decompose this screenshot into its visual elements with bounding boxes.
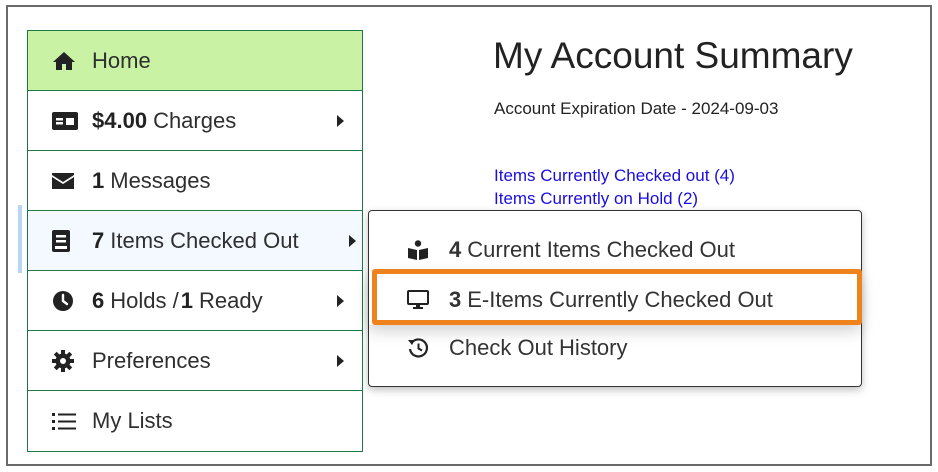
sidebar-item-label: My Lists [92,408,173,433]
checked-out-count: 7 [92,227,105,253]
menu-item-label: Current Items Checked Out [467,237,736,262]
caret-right-icon [349,234,356,247]
sidebar-item-preferences[interactable]: Preferences [28,331,362,391]
sidebar-item-label: Messages [110,167,211,193]
history-icon [407,337,431,359]
home-icon [52,51,82,71]
desktop-icon [407,290,431,310]
caret-right-icon [337,294,344,307]
sidebar-item-label: Charges [153,107,237,133]
envelope-icon [52,172,82,189]
caret-right-icon [337,354,344,367]
menu-item-e-items[interactable]: 3 E-Items Currently Checked Out [369,278,861,322]
sidebar-item-holds[interactable]: 6 Holds / 1 Ready [28,271,362,331]
messages-count: 1 [92,167,105,193]
sidebar-item-label: Preferences [92,347,211,373]
checked-out-submenu: 4 Current Items Checked Out 3 E-Items Cu… [368,210,862,387]
checked-out-link[interactable]: Items Currently Checked out (4) [494,166,735,186]
money-bill-icon [52,111,82,130]
menu-item-label: Check Out History [449,335,628,360]
ready-count: 1 [180,287,193,313]
focus-indicator [18,205,22,273]
sidebar-item-home[interactable]: Home [28,31,362,91]
sidebar-item-label: Holds / [110,287,179,313]
e-items-count: 3 [449,287,462,312]
account-expiration: Account Expiration Date - 2024-09-03 [494,99,779,118]
list-icon [52,411,82,431]
account-sidebar: Home $4.00 Charges 1 Messages 7 Items Ch… [27,30,363,452]
current-items-count: 4 [449,237,462,262]
menu-item-history[interactable]: Check Out History [369,326,861,370]
page-title: My Account Summary [493,35,853,76]
reader-icon [407,240,431,260]
sidebar-item-label: Items Checked Out [110,227,299,253]
book-icon [52,229,82,252]
sidebar-item-checked-out[interactable]: 7 Items Checked Out [28,211,362,271]
holds-link[interactable]: Items Currently on Hold (2) [494,189,698,210]
charges-amount: $4.00 [92,107,148,133]
sidebar-item-my-lists[interactable]: My Lists [28,391,362,451]
sidebar-item-charges[interactable]: $4.00 Charges [28,91,362,151]
sidebar-item-label-ready: Ready [198,287,263,313]
sidebar-item-label: Home [92,47,151,73]
caret-right-icon [337,114,344,127]
menu-item-current-items[interactable]: 4 Current Items Checked Out [369,228,861,272]
holds-count: 6 [92,287,105,313]
clock-icon [52,290,82,312]
menu-item-label: E-Items Currently Checked Out [467,287,773,312]
gear-icon [52,349,82,372]
sidebar-item-messages[interactable]: 1 Messages [28,151,362,211]
